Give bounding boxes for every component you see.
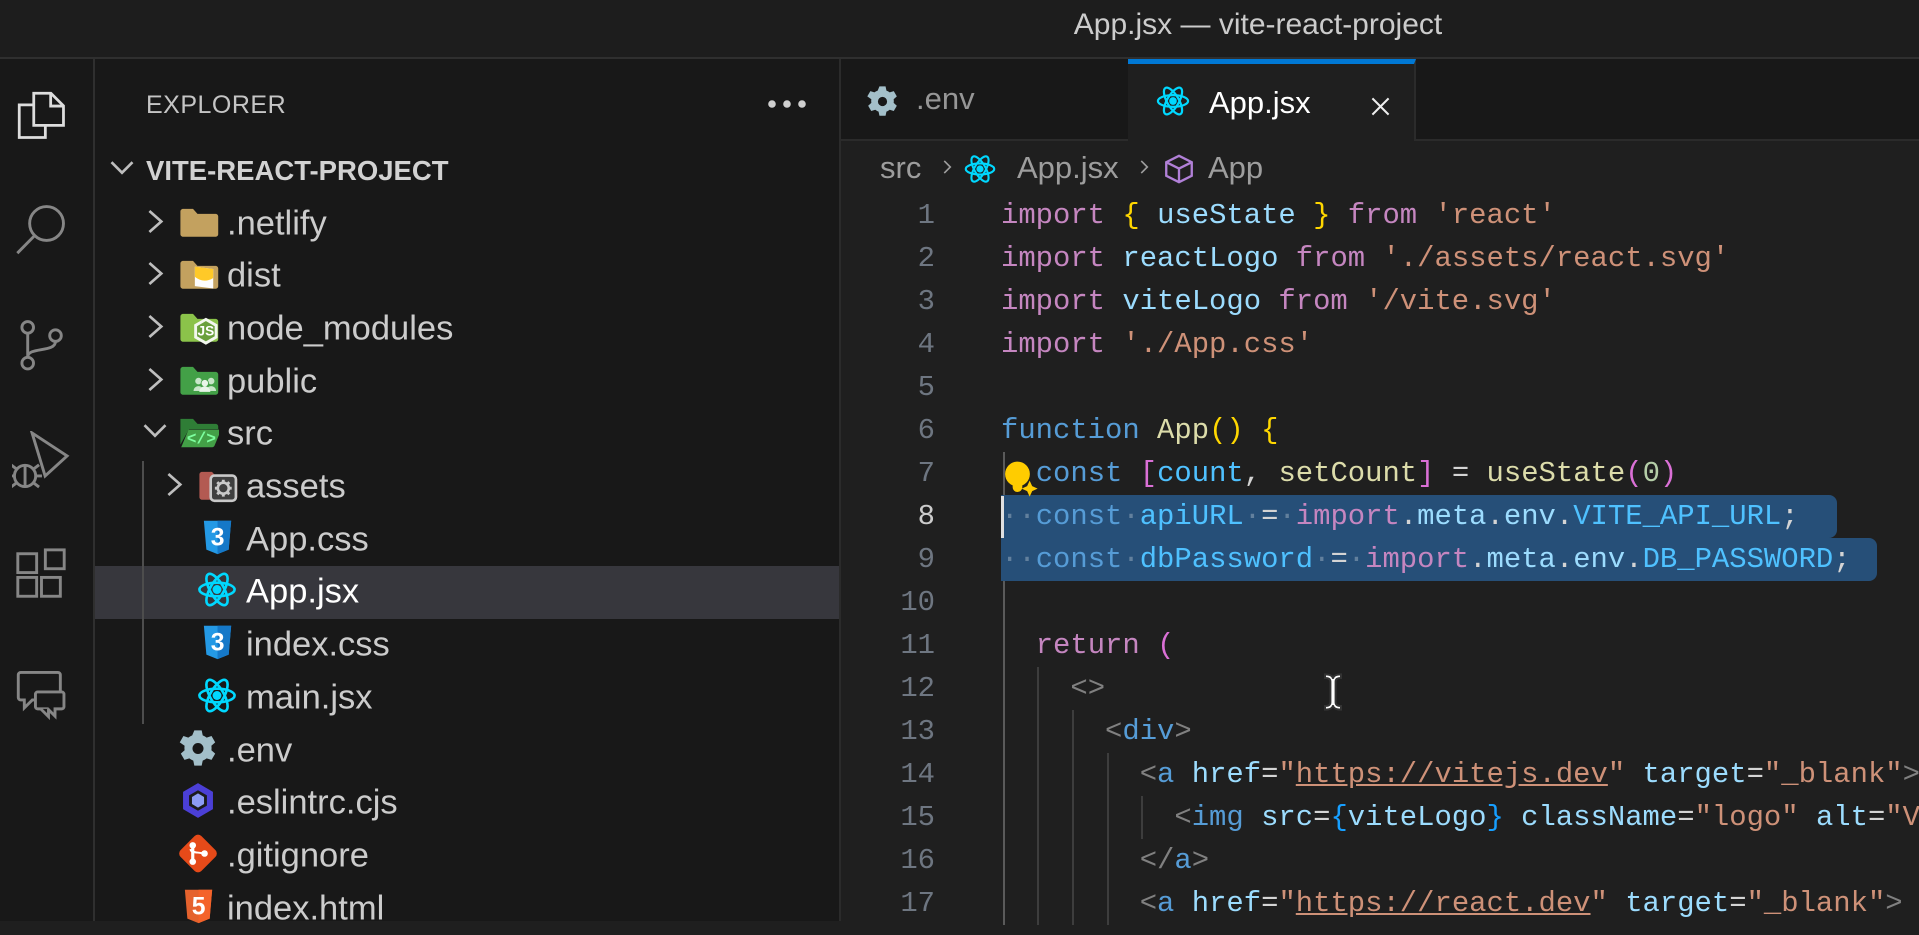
svg-text:5: 5 — [192, 893, 206, 920]
svg-text:3: 3 — [211, 629, 225, 656]
svg-text:</>: </> — [187, 430, 216, 449]
svg-text:JS: JS — [198, 323, 215, 338]
svg-text:3: 3 — [211, 524, 225, 551]
